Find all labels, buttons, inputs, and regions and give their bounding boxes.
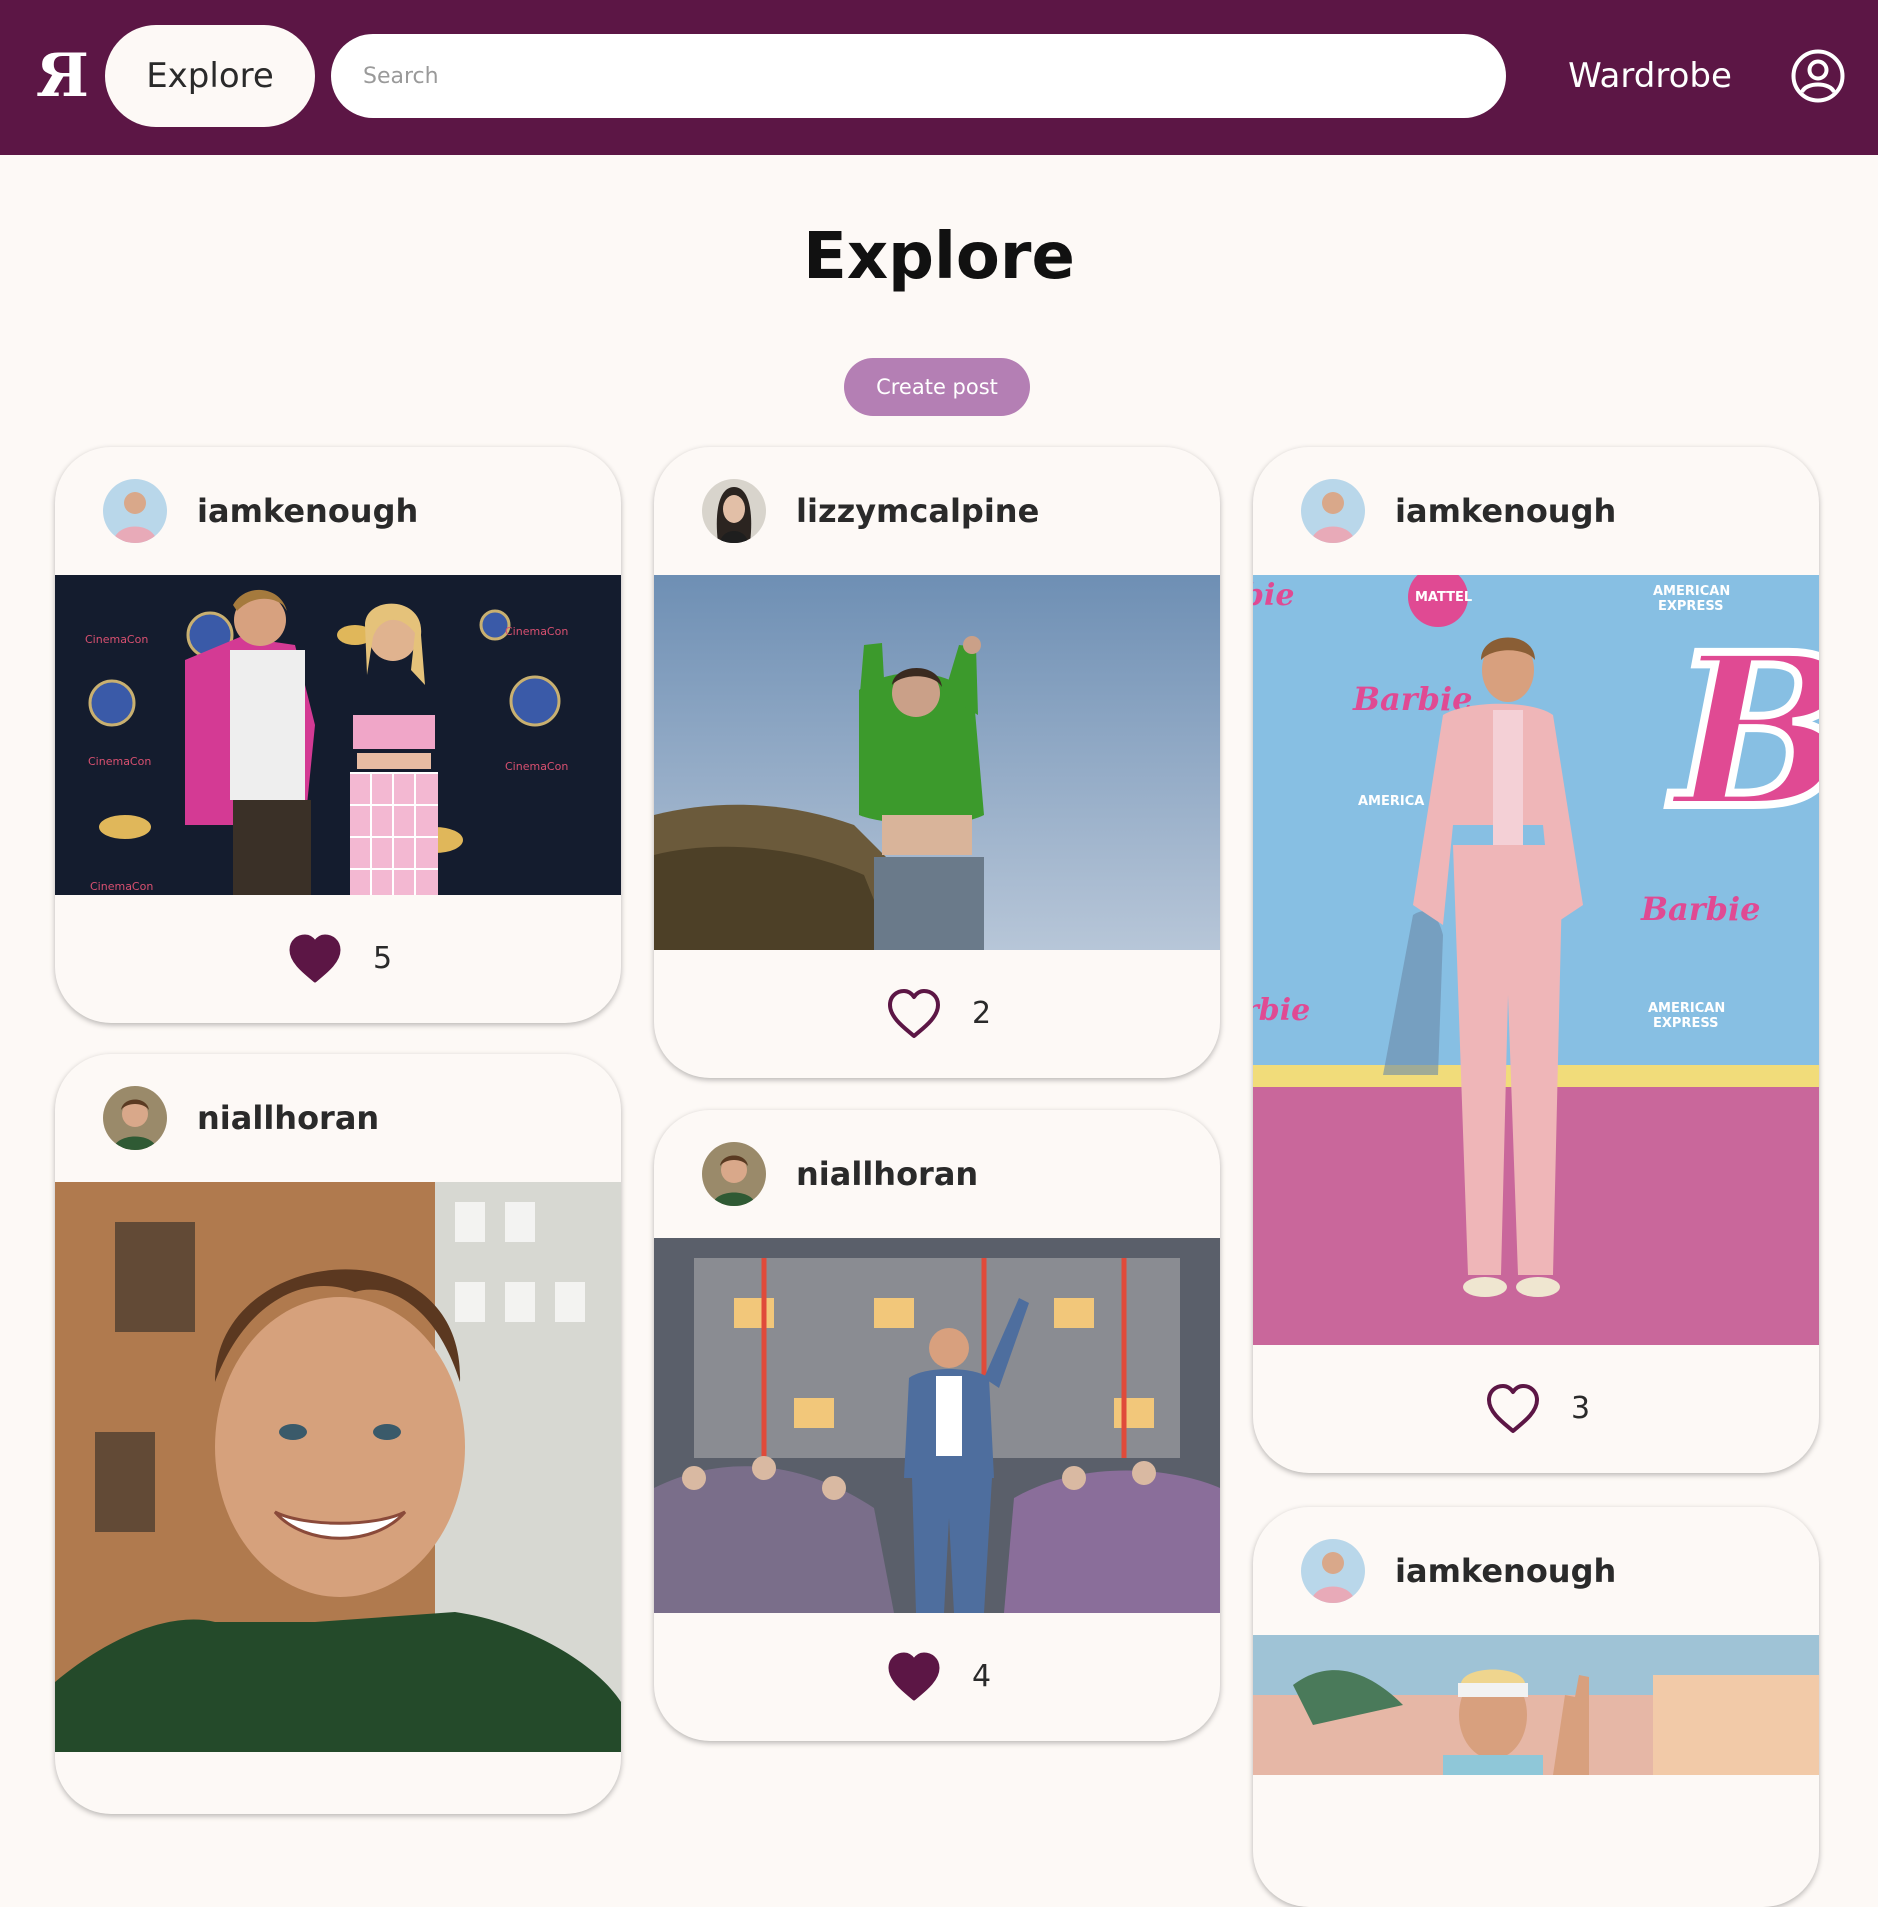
user-avatar[interactable] xyxy=(702,1142,766,1206)
post-card: iamkenough xyxy=(1253,1507,1819,1907)
app-logo[interactable]: Я xyxy=(36,46,89,106)
svg-text:CinemaCon: CinemaCon xyxy=(90,880,153,893)
heart-outline-icon[interactable] xyxy=(886,988,942,1040)
svg-text:B: B xyxy=(1668,608,1819,855)
user-avatar[interactable] xyxy=(702,479,766,543)
svg-text:CinemaCon: CinemaCon xyxy=(505,760,568,773)
post-photo[interactable]: CinemaCon CinemaCon CinemaCon CinemaCon Cine… xyxy=(55,575,621,895)
svg-text:EXPRESS: EXPRESS xyxy=(1658,599,1723,614)
svg-text:CinemaCon: CinemaCon xyxy=(88,755,151,768)
post-photo[interactable] xyxy=(654,1238,1220,1613)
svg-text:AMERICAN: AMERICAN xyxy=(1653,584,1730,599)
post-header: niallhoran xyxy=(654,1110,1220,1238)
post-username[interactable]: iamkenough xyxy=(1395,1545,1616,1597)
post-header: iamkenough xyxy=(1253,447,1819,575)
svg-text:CinemaCon: CinemaCon xyxy=(505,625,568,638)
post-footer: 3 xyxy=(1253,1345,1819,1473)
post-footer: 5 xyxy=(55,895,621,1023)
heart-filled-icon[interactable] xyxy=(886,1651,942,1703)
svg-text:bie: bie xyxy=(1253,578,1294,613)
post-footer: 2 xyxy=(654,950,1220,1078)
svg-text:AMERICA: AMERICA xyxy=(1358,794,1424,809)
svg-text:EXPRESS: EXPRESS xyxy=(1653,1016,1718,1031)
post-username[interactable]: niallhoran xyxy=(796,1148,978,1200)
user-avatar[interactable] xyxy=(103,479,167,543)
svg-text:MATTEL: MATTEL xyxy=(1415,590,1472,605)
user-avatar[interactable] xyxy=(1301,479,1365,543)
post-header: iamkenough xyxy=(1253,1507,1819,1635)
create-post-button[interactable]: Create post xyxy=(844,358,1030,416)
post-card: iamkenough Barbie Barbie bie rbie B MATT… xyxy=(1253,447,1819,1473)
user-avatar[interactable] xyxy=(1301,1539,1365,1603)
svg-text:AMERICAN: AMERICAN xyxy=(1648,1001,1725,1016)
post-header: iamkenough xyxy=(55,447,621,575)
heart-filled-icon[interactable] xyxy=(287,933,343,985)
post-username[interactable]: lizzymcalpine xyxy=(796,485,1039,537)
like-count: 3 xyxy=(1571,1391,1591,1426)
search-input[interactable] xyxy=(331,34,1506,118)
post-card: niallhoran xyxy=(55,1054,621,1814)
post-card: lizzymcalpine 2 xyxy=(654,447,1220,1078)
nav-explore-button[interactable]: Explore xyxy=(105,25,315,127)
post-photo[interactable] xyxy=(1253,1635,1819,1775)
post-card: iamkenough CinemaCon CinemaCon CinemaCon Ci… xyxy=(55,447,621,1023)
page-title: Explore xyxy=(803,220,1075,294)
post-username[interactable]: iamkenough xyxy=(197,485,418,537)
nav-wardrobe-link[interactable]: Wardrobe xyxy=(1560,50,1740,102)
svg-text:CinemaCon: CinemaCon xyxy=(85,633,148,646)
like-count: 2 xyxy=(972,996,992,1031)
post-card: niallhoran 4 xyxy=(654,1110,1220,1741)
post-username[interactable]: iamkenough xyxy=(1395,485,1616,537)
like-count: 4 xyxy=(972,1659,992,1694)
heart-outline-icon[interactable] xyxy=(1485,1383,1541,1435)
svg-text:Barbie: Barbie xyxy=(1640,890,1761,928)
user-avatar[interactable] xyxy=(103,1086,167,1150)
svg-text:rbie: rbie xyxy=(1253,993,1310,1028)
top-nav-bar: Я Explore Wardrobe xyxy=(0,0,1878,155)
post-header: niallhoran xyxy=(55,1054,621,1182)
post-footer: 4 xyxy=(654,1613,1220,1741)
account-icon[interactable] xyxy=(1790,48,1846,104)
post-header: lizzymcalpine xyxy=(654,447,1220,575)
post-photo[interactable] xyxy=(654,575,1220,950)
post-photo[interactable]: Barbie Barbie bie rbie B MATTELAMERICANE… xyxy=(1253,575,1819,1345)
post-photo[interactable] xyxy=(55,1182,621,1752)
like-count: 5 xyxy=(373,941,393,976)
post-username[interactable]: niallhoran xyxy=(197,1092,379,1144)
